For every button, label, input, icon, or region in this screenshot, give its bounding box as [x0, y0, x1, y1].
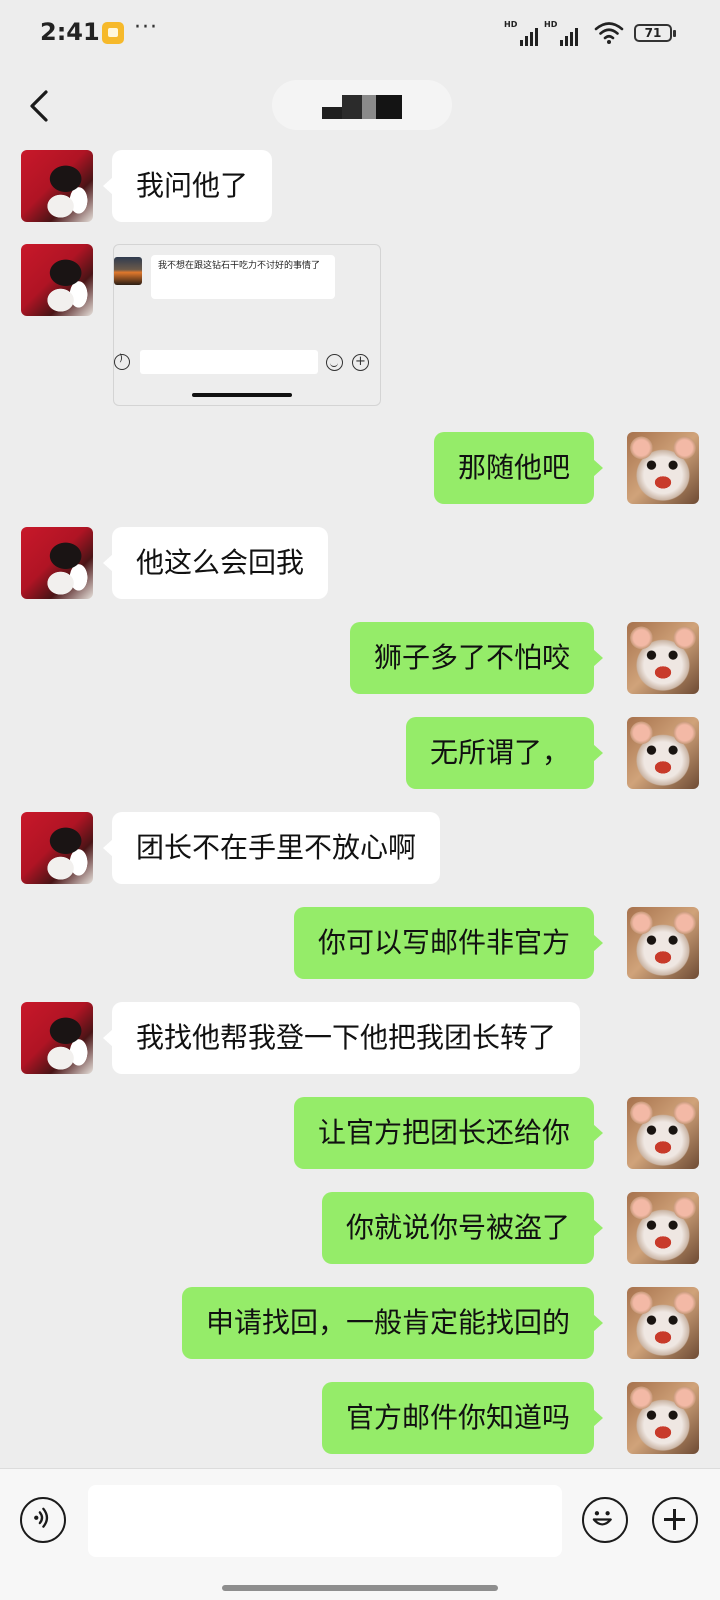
screenshot-home-indicator [192, 393, 292, 397]
message-bubble[interactable]: 无所谓了， [405, 717, 604, 789]
my-avatar[interactable] [627, 1192, 699, 1264]
battery-level: 71 [644, 26, 662, 40]
battery-icon: 71 [634, 24, 676, 42]
my-avatar[interactable] [627, 1382, 699, 1454]
my-avatar[interactable] [627, 1287, 699, 1359]
status-bar: 2:41 ··· HD HD 71 [0, 0, 720, 68]
contact-avatar[interactable] [21, 527, 93, 599]
more-dots-icon: ··· [134, 15, 158, 40]
chat-input-bar [0, 1468, 720, 1600]
message-bubble[interactable]: 狮子多了不怕咬 [349, 622, 604, 694]
my-avatar[interactable] [627, 432, 699, 504]
screenshot-image-message[interactable]: 我不想在跟这钻石干吃力不讨好的事情了 + [113, 244, 381, 406]
back-arrow-icon[interactable] [26, 88, 54, 124]
message-bubble[interactable]: 官方邮件你知道吗 [321, 1382, 604, 1454]
my-avatar[interactable] [627, 1097, 699, 1169]
wifi-icon [594, 22, 624, 44]
message-bubble[interactable]: 让官方把团长还给你 [293, 1097, 604, 1169]
message-bubble[interactable]: 那随他吧 [433, 432, 604, 504]
my-avatar[interactable] [627, 907, 699, 979]
emoji-icon[interactable] [582, 1497, 628, 1543]
contact-avatar[interactable] [21, 244, 93, 316]
message-input[interactable] [88, 1485, 562, 1557]
screenshot-avatar [114, 257, 142, 285]
screenshot-plus-icon: + [352, 354, 369, 371]
contact-avatar[interactable] [21, 812, 93, 884]
voice-icon[interactable] [20, 1497, 66, 1543]
plus-icon[interactable] [652, 1497, 698, 1543]
signal-1-icon: HD [504, 20, 538, 46]
screenshot-input-bar: + [114, 345, 380, 379]
message-bubble[interactable]: 他这么会回我 [102, 527, 329, 599]
screenshot-message-text: 我不想在跟这钻石干吃力不讨好的事情了 [151, 255, 335, 299]
screenshot-input [140, 350, 318, 374]
nav-bar [0, 68, 720, 146]
screenshot-emoji-icon [326, 354, 343, 371]
my-avatar[interactable] [627, 717, 699, 789]
message-bubble[interactable]: 团长不在手里不放心啊 [102, 812, 441, 884]
message-bubble[interactable]: 你可以写邮件非官方 [293, 907, 604, 979]
chat-message-list[interactable]: 我问他了 我不想在跟这钻石干吃力不讨好的事情了 + 那随他吧 他这么会回我 狮子… [0, 146, 720, 1468]
contact-avatar[interactable] [21, 1002, 93, 1074]
signal-2-label: HD [544, 20, 558, 29]
signal-2-icon: HD [544, 20, 578, 46]
message-bubble[interactable]: 你就说你号被盗了 [321, 1192, 604, 1264]
screenshot-voice-icon [114, 353, 130, 370]
message-bubble[interactable]: 我找他帮我登一下他把我团长转了 [102, 1002, 581, 1074]
notes-app-icon [102, 22, 124, 44]
contact-avatar[interactable] [21, 150, 93, 222]
signal-1-label: HD [504, 20, 518, 29]
message-bubble[interactable]: 申请找回，一般肯定能找回的 [181, 1287, 604, 1359]
status-time: 2:41 [40, 18, 100, 46]
my-avatar[interactable] [627, 622, 699, 694]
redacted-title-mosaic [322, 95, 402, 119]
message-bubble[interactable]: 我问他了 [102, 150, 273, 222]
home-indicator [222, 1585, 498, 1591]
